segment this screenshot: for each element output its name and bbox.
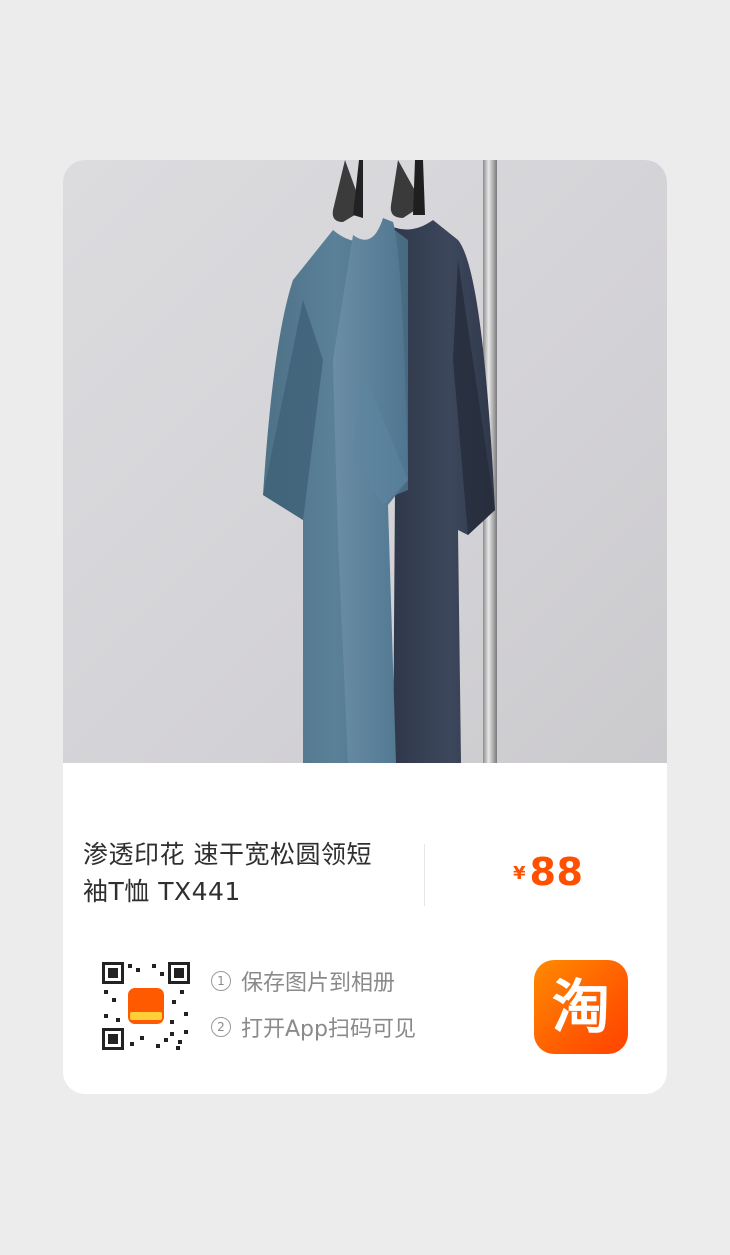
currency-symbol: ¥ — [513, 863, 526, 884]
step-2-number: 2 — [211, 1017, 231, 1037]
product-title-line-1: 渗透印花 速干宽松圆领短 — [83, 840, 372, 869]
step-1-text: 保存图片到相册 — [241, 971, 396, 996]
share-instructions: 1 保存图片到相册 2 打开App扫码可见 — [211, 966, 416, 1058]
product-title: 渗透印花 速干宽松圆领短 袖T恤 TX441 — [83, 836, 403, 910]
taobao-app-icon: 淘 — [534, 960, 628, 1054]
product-share-card: 渗透印花 速干宽松圆领短 袖T恤 TX441 ¥88 1 保存图片到相册 2 打… — [63, 160, 667, 1094]
product-photo — [63, 160, 667, 763]
taobao-logo-glyph: 淘 — [551, 973, 610, 1041]
qr-code — [100, 960, 192, 1052]
step-save-image: 1 保存图片到相册 — [211, 966, 416, 996]
price-amount: 88 — [529, 850, 584, 894]
product-price: ¥88 — [513, 850, 583, 894]
title-price-divider — [424, 844, 425, 906]
step-open-app: 2 打开App扫码可见 — [211, 1012, 416, 1042]
step-1-number: 1 — [211, 971, 231, 991]
product-title-line-2: 袖T恤 TX441 — [83, 877, 241, 906]
step-2-text: 打开App扫码可见 — [241, 1017, 416, 1042]
